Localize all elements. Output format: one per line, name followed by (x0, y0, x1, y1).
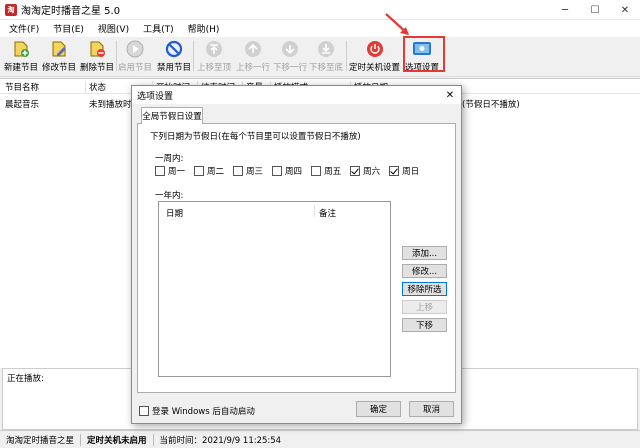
edit-program-button[interactable]: 修改节目 (42, 39, 76, 73)
checkbox[interactable] (155, 166, 165, 176)
column-note[interactable]: 备注 (319, 207, 336, 219)
shutdown-settings-button[interactable]: 定时关机设置 (349, 39, 400, 73)
arrow-down-icon (280, 39, 300, 59)
arrow-top-icon (204, 39, 224, 59)
year-group-label: 一年内: (155, 191, 184, 201)
ok-button[interactable]: 确定 (356, 401, 401, 417)
holiday-description: 下列日期为节假日(在每个节目里可以设置节假日不播放) (150, 132, 361, 142)
toolbar: 新建节目 修改节目 删除节目 启用节目 禁用节目 上移至顶 上移一行 下移一行 … (0, 37, 640, 77)
play-icon (125, 39, 145, 59)
row-date: (节假日不播放) (462, 100, 520, 110)
dialog-title: 选项设置 (137, 91, 174, 102)
row-name: 晨起音乐 (5, 100, 40, 110)
tab-global-holidays[interactable]: 全局节假日设置 (141, 107, 203, 124)
close-icon[interactable]: ✕ (610, 0, 640, 20)
remove-selected-button[interactable]: 移除所选 (402, 282, 447, 296)
options-highlight-box (403, 36, 445, 72)
enable-program-button[interactable]: 启用节目 (118, 39, 152, 73)
weekday-tue[interactable]: 周二 (194, 165, 224, 177)
new-program-button[interactable]: 新建节目 (4, 39, 38, 73)
app-logo-icon: 淘 (5, 3, 17, 16)
toolbar-separator (346, 41, 347, 71)
checkbox[interactable] (194, 166, 205, 176)
toolbar-separator (116, 41, 117, 71)
menu-file[interactable]: 文件(F) (2, 22, 46, 35)
column-name[interactable]: 节目名称 (2, 81, 86, 94)
menu-tools[interactable]: 工具(T) (136, 22, 181, 35)
autostart-checkbox[interactable] (139, 406, 149, 416)
menu-program[interactable]: 节目(E) (46, 22, 91, 35)
title-bar: 淘 淘淘定时播音之星 5.0 ─ ☐ ✕ (0, 0, 640, 20)
autostart-option[interactable]: 登录 Windows 后自动启动 (139, 405, 255, 417)
dialog-title-bar: 选项设置 ✕ (132, 86, 461, 104)
power-icon (365, 39, 385, 59)
column-date[interactable]: 日期 (166, 207, 183, 219)
move-down-button[interactable]: 下移一行 (273, 39, 307, 73)
menu-view[interactable]: 视图(V) (91, 22, 136, 35)
cancel-button[interactable]: 取消 (409, 401, 454, 417)
row-status: 未到播放时间 (89, 100, 132, 110)
edit-program-icon (49, 39, 69, 59)
menu-bar: 文件(F) 节目(E) 视图(V) 工具(T) 帮助(H) (0, 20, 640, 37)
move-down-button[interactable]: 下移 (402, 318, 447, 332)
status-shutdown: 定时关机未启用 (81, 433, 154, 446)
status-bar: 淘淘定时播音之星 定时关机未启用 当前时间：2021/9/9 11:25:54 (0, 430, 640, 448)
weekday-thu[interactable]: 周四 (272, 165, 302, 177)
delete-program-button[interactable]: 删除节目 (80, 39, 114, 73)
new-program-icon (11, 39, 31, 59)
tab-panel: 下列日期为节假日(在每个节目里可以设置节假日不播放) 一周内: 周一 周二 周三… (137, 123, 456, 393)
now-playing-label: 正在播放: (7, 374, 44, 384)
checkbox[interactable] (233, 166, 244, 176)
status-time: 当前时间：2021/9/9 11:25:54 (159, 435, 282, 446)
holiday-date-list[interactable]: 日期 备注 (158, 201, 391, 377)
move-up-button[interactable]: 上移 (402, 300, 447, 314)
week-days: 周一 周二 周三 周四 周五 周六 周日 (155, 165, 428, 177)
move-up-button[interactable]: 上移一行 (236, 39, 270, 73)
status-app-name: 淘淘定时播音之星 (0, 433, 82, 446)
delete-program-icon (87, 39, 107, 59)
move-bottom-button[interactable]: 下移至底 (309, 39, 343, 73)
checkbox[interactable] (311, 166, 322, 176)
red-arrow-icon (385, 13, 409, 35)
weekday-wed[interactable]: 周三 (233, 165, 263, 177)
autostart-label: 登录 Windows 后自动启动 (152, 407, 255, 417)
column-divider (314, 205, 315, 217)
arrow-up-icon (243, 39, 263, 59)
close-icon[interactable]: ✕ (443, 88, 457, 102)
weekday-sat[interactable]: 周六 (350, 165, 380, 177)
minimize-icon[interactable]: ─ (550, 0, 580, 20)
toolbar-separator (193, 41, 194, 71)
ban-icon (164, 39, 184, 59)
disable-program-button[interactable]: 禁用节目 (157, 39, 191, 73)
move-top-button[interactable]: 上移至顶 (197, 39, 231, 73)
checkbox-checked[interactable] (389, 166, 400, 176)
weekday-sun[interactable]: 周日 (389, 165, 419, 177)
window-title: 淘淘定时播音之星 5.0 (21, 6, 121, 17)
add-button[interactable]: 添加... (402, 246, 447, 260)
checkbox[interactable] (272, 166, 283, 176)
weekday-fri[interactable]: 周五 (311, 165, 341, 177)
edit-button[interactable]: 修改... (402, 264, 447, 278)
arrow-bottom-icon (316, 39, 336, 59)
menu-help[interactable]: 帮助(H) (181, 22, 227, 35)
week-group-label: 一周内: (155, 154, 184, 164)
weekday-mon[interactable]: 周一 (155, 165, 185, 177)
maximize-icon[interactable]: ☐ (580, 0, 610, 20)
checkbox-checked[interactable] (350, 166, 361, 176)
options-dialog: 选项设置 ✕ 全局节假日设置 下列日期为节假日(在每个节目里可以设置节假日不播放… (131, 85, 462, 424)
